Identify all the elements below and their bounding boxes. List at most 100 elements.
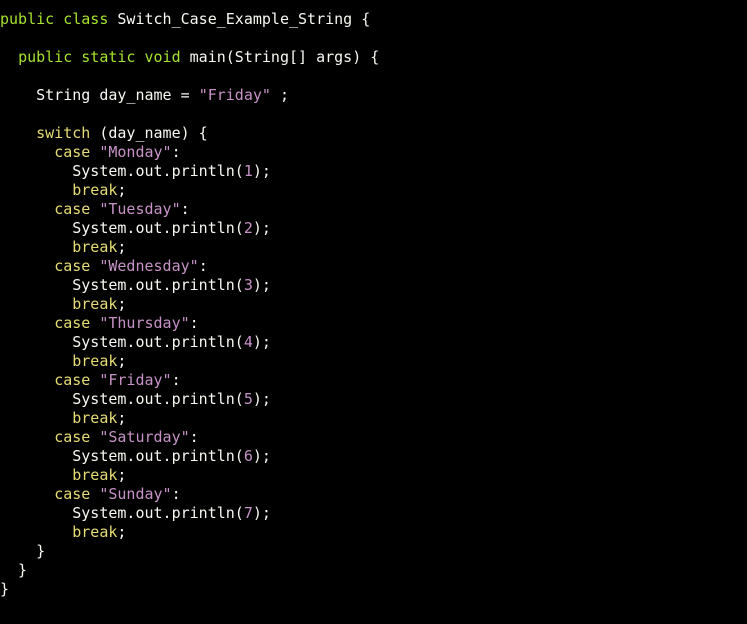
keyword: break — [72, 181, 118, 199]
code-text: : — [180, 200, 190, 218]
code-text: ); — [252, 276, 271, 294]
code-line: System.out.println(2); — [0, 219, 747, 238]
code-line: switch (day_name) { — [0, 124, 747, 143]
keyword: break — [72, 466, 118, 484]
string-literal: "Tuesday" — [99, 200, 181, 218]
string-literal: "Friday" — [99, 371, 172, 389]
code-line: System.out.println(4); — [0, 333, 747, 352]
string-literal: "Monday" — [99, 143, 172, 161]
code-text: ); — [252, 504, 271, 522]
number-literal: 2 — [243, 219, 253, 237]
code-line: break; — [0, 181, 747, 200]
number-literal: 3 — [243, 276, 253, 294]
code-line: break; — [0, 352, 747, 371]
code-line: } — [0, 561, 747, 580]
code-line: System.out.println(7); — [0, 504, 747, 523]
code-text: : — [189, 428, 199, 446]
code-text: ; — [117, 409, 127, 427]
code-text: System.out.println( — [0, 504, 244, 522]
keyword: public static void — [18, 48, 181, 66]
keyword: break — [72, 523, 118, 541]
code-text: System.out.println( — [0, 162, 244, 180]
code-text: ); — [252, 447, 271, 465]
code-text: : — [171, 143, 181, 161]
code-line: case "Wednesday": — [0, 257, 747, 276]
code-text: ; — [117, 466, 127, 484]
string-literal: "Thursday" — [99, 314, 190, 332]
code-line: case "Tuesday": — [0, 200, 747, 219]
code-text: System.out.println( — [0, 447, 244, 465]
keyword: case — [54, 485, 91, 503]
string-literal: "Wednesday" — [99, 257, 199, 275]
keyword: switch — [36, 124, 91, 142]
code-text: System.out.println( — [0, 333, 244, 351]
keyword: case — [54, 314, 91, 332]
code-line: case "Sunday": — [0, 485, 747, 504]
code-text: ); — [252, 219, 271, 237]
code-line: } — [0, 580, 747, 599]
number-literal: 5 — [243, 390, 253, 408]
number-literal: 1 — [243, 162, 253, 180]
code-line: break; — [0, 409, 747, 428]
code-text: : — [189, 314, 199, 332]
code-line: System.out.println(6); — [0, 447, 747, 466]
code-line: public class Switch_Case_Example_String … — [0, 10, 747, 29]
number-literal: 7 — [243, 504, 253, 522]
code-text: System.out.println( — [0, 276, 244, 294]
string-literal: "Sunday" — [99, 485, 172, 503]
code-text: ); — [252, 390, 271, 408]
keyword: break — [72, 295, 118, 313]
code-line: break; — [0, 295, 747, 314]
code-line: case "Monday": — [0, 143, 747, 162]
keyword: case — [54, 200, 91, 218]
code-text: ; — [117, 352, 127, 370]
code-text: (day_name) { — [90, 124, 208, 142]
code-text: ; — [117, 181, 127, 199]
code-text: ); — [252, 162, 271, 180]
code-text: ; — [270, 86, 289, 104]
code-editor[interactable]: public class Switch_Case_Example_String … — [0, 10, 747, 599]
code-line: String day_name = "Friday" ; — [0, 86, 747, 105]
code-text: : — [198, 257, 208, 275]
code-line: System.out.println(3); — [0, 276, 747, 295]
keyword: case — [54, 428, 91, 446]
code-line: } — [0, 542, 747, 561]
code-text: ; — [117, 295, 127, 313]
code-text: } — [0, 542, 46, 560]
code-text: : — [171, 371, 181, 389]
code-line: case "Thursday": — [0, 314, 747, 333]
keyword: case — [54, 143, 91, 161]
code-line: System.out.println(1); — [0, 162, 747, 181]
code-text: ); — [252, 333, 271, 351]
keyword: case — [54, 371, 91, 389]
code-line: case "Saturday": — [0, 428, 747, 447]
code-text: System.out.println( — [0, 219, 244, 237]
string-literal: "Saturday" — [99, 428, 190, 446]
keyword: case — [54, 257, 91, 275]
number-literal: 4 — [243, 333, 253, 351]
code-text: : — [171, 485, 181, 503]
